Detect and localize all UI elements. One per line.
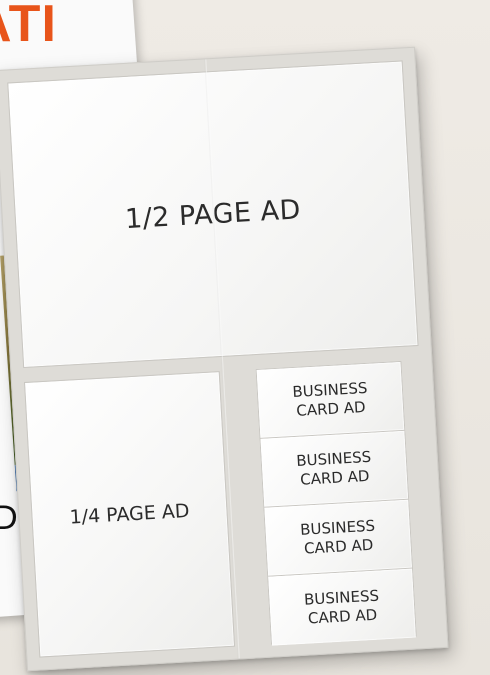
ad-layout-scene: ATI OM AD 1/2 PAGE AD 1/4 PAGE AD BUSINE… — [0, 0, 490, 675]
business-card-ad-1: BUSINESS CARD AD — [256, 361, 405, 439]
half-page-ad: 1/2 PAGE AD — [7, 60, 419, 369]
quarter-page-ad-label: 1/4 PAGE AD — [69, 500, 191, 529]
flyer-headline: ATI — [0, 0, 57, 54]
business-card-ads-stack: BUSINESS CARD AD BUSINESS CARD AD BUSINE… — [255, 360, 417, 646]
ad-sizes-sheet: 1/2 PAGE AD 1/4 PAGE AD BUSINESS CARD AD… — [0, 46, 449, 672]
business-card-ad-label: BUSINESS CARD AD — [295, 447, 372, 489]
business-card-ad-4: BUSINESS CARD AD — [268, 568, 416, 646]
half-page-ad-label: 1/2 PAGE AD — [124, 193, 302, 235]
business-card-ad-label: BUSINESS CARD AD — [303, 586, 380, 628]
business-card-ad-label: BUSINESS CARD AD — [299, 516, 376, 558]
business-card-ad-2: BUSINESS CARD AD — [260, 430, 409, 508]
business-card-ad-3: BUSINESS CARD AD — [264, 499, 413, 577]
quarter-page-ad: 1/4 PAGE AD — [23, 371, 236, 658]
flyer-bottom-text: AD — [0, 498, 18, 537]
business-card-ad-label: BUSINESS CARD AD — [291, 378, 368, 420]
